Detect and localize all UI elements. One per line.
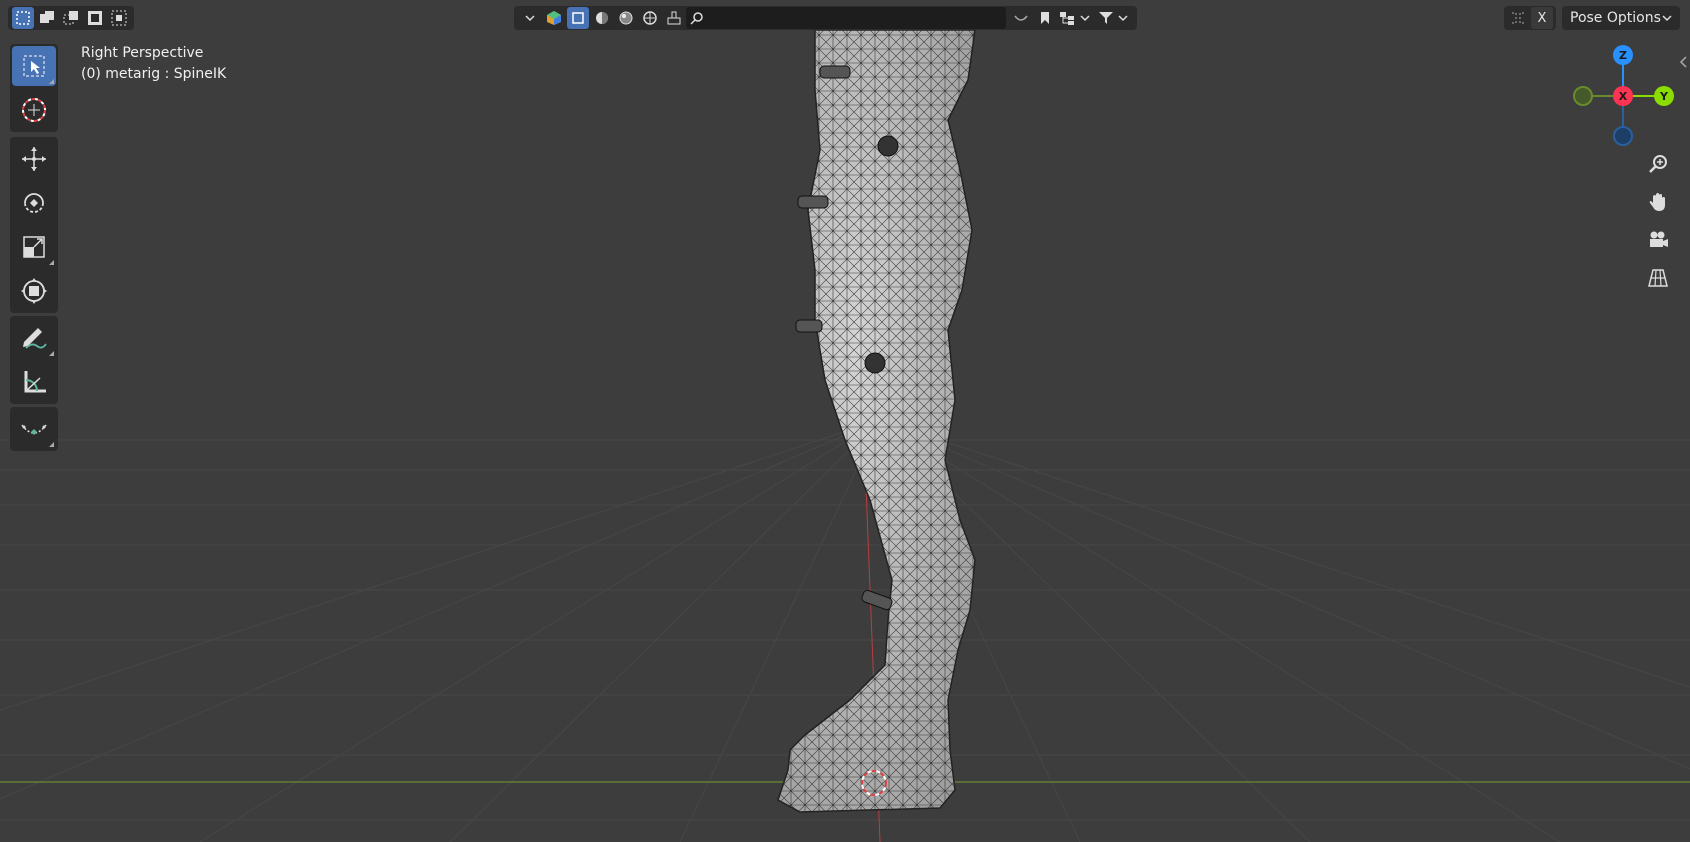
pose-options-label: Pose Options (1570, 10, 1661, 26)
select-box-icon (23, 55, 45, 77)
camera-view-button[interactable] (1642, 224, 1674, 256)
toolbar-select-group (10, 44, 58, 132)
arc-icon[interactable] (1010, 7, 1032, 29)
hand-icon (1649, 193, 1665, 211)
rendered-shading-icon[interactable] (639, 7, 661, 29)
filter-icon (1099, 12, 1128, 24)
measure-icon (24, 371, 46, 393)
toolbar-annotate-group (10, 316, 58, 404)
select-box-extend-icon[interactable] (36, 7, 58, 29)
snap-icon[interactable] (1507, 7, 1529, 29)
chevron-down-icon[interactable] (519, 7, 541, 29)
transform-tool[interactable] (12, 271, 56, 311)
bookmark-icon[interactable] (1034, 7, 1056, 29)
view-name: Right Perspective (81, 45, 204, 61)
annotate-tool[interactable] (12, 318, 56, 358)
display-mode-dropdown[interactable] (1058, 7, 1094, 29)
object-type-visibility-icon[interactable] (543, 7, 565, 29)
perspective-toggle-button[interactable] (1642, 262, 1674, 294)
wireframe-shading-icon[interactable] (567, 7, 589, 29)
viewport-header-right: X (1504, 6, 1556, 30)
gizmo-y-positive[interactable]: Y (1654, 86, 1674, 106)
camera-icon (1650, 231, 1668, 247)
move-icon (22, 147, 46, 171)
pose-options-dropdown[interactable]: Pose Options (1562, 6, 1680, 30)
transform-icon (21, 278, 47, 304)
search-icon (690, 12, 703, 25)
chevron-down-icon (1662, 15, 1672, 22)
pan-button[interactable] (1642, 186, 1674, 218)
object-info: (0) metarig : SpineIK (81, 66, 227, 82)
annotate-icon (23, 328, 47, 349)
toolbar-transform-group (10, 137, 58, 313)
move-tool[interactable] (12, 139, 56, 179)
cursor-icon (22, 98, 46, 122)
material-preview-icon[interactable] (615, 7, 637, 29)
gizmo-y-negative[interactable] (1573, 86, 1593, 106)
select-mode-group (8, 6, 134, 30)
navigation-gizmo[interactable]: Z Y X (1570, 40, 1674, 150)
grid-perspective-icon (1648, 269, 1668, 287)
select-box-tool[interactable] (12, 46, 56, 86)
viewport-grid (0, 29, 1690, 842)
measure-tool[interactable] (12, 362, 56, 402)
gizmo-z-positive[interactable]: Z (1613, 45, 1633, 65)
rotate-tool[interactable] (12, 183, 56, 223)
viewport-header-center (514, 6, 1137, 30)
solid-shading-icon[interactable] (591, 7, 613, 29)
zoom-icon (1649, 155, 1667, 173)
gizmo-x-positive[interactable]: X (1613, 86, 1633, 106)
rotate-icon (24, 193, 44, 213)
bone-relax-icon (21, 424, 47, 435)
select-box-intersect-icon[interactable] (108, 7, 130, 29)
zoom-button[interactable] (1642, 148, 1674, 180)
search-input[interactable] (686, 7, 1006, 29)
select-box-subtract-icon[interactable] (60, 7, 82, 29)
bone-relax-tool[interactable] (12, 409, 56, 449)
scale-tool[interactable] (12, 227, 56, 267)
3d-viewport[interactable]: X Pose Options Right Perspective (0) met… (0, 0, 1690, 842)
toolbar-bone-group (10, 407, 58, 451)
sidebar-toggle-icon[interactable] (1678, 56, 1688, 68)
hierarchy-icon (1060, 12, 1090, 25)
scale-icon (23, 236, 45, 258)
x-mirror-toggle[interactable]: X (1531, 7, 1553, 29)
scene-icon[interactable] (663, 7, 685, 29)
cursor-tool[interactable] (12, 90, 56, 130)
gizmo-z-negative[interactable] (1613, 126, 1633, 146)
select-box-new-icon[interactable] (12, 7, 34, 29)
select-box-invert-icon[interactable] (84, 7, 106, 29)
filter-dropdown[interactable] (1096, 7, 1132, 29)
